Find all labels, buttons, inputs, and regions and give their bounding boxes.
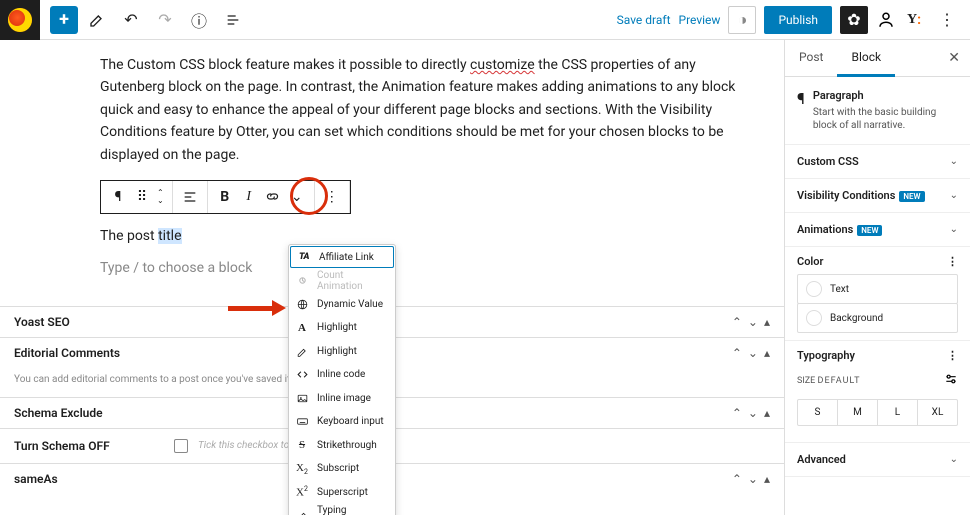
format-strikethrough[interactable]: S Strikethrough bbox=[289, 434, 395, 458]
outline-icon[interactable] bbox=[218, 5, 248, 35]
type-icon bbox=[295, 509, 309, 515]
dropdown-label: Affiliate Link bbox=[319, 252, 374, 263]
kebab-icon[interactable]: ⋮ bbox=[947, 255, 958, 268]
tab-block[interactable]: Block bbox=[837, 40, 895, 77]
dropdown-label: Keyboard input bbox=[317, 416, 384, 427]
size-xl[interactable]: XL bbox=[918, 400, 957, 425]
chevron-down-icon: ⌄ bbox=[950, 454, 958, 465]
dropdown-label: Count Animation bbox=[317, 270, 387, 292]
size-s[interactable]: S bbox=[798, 400, 838, 425]
dropdown-label: Typing Animation bbox=[317, 505, 387, 515]
globe-icon bbox=[295, 297, 309, 311]
collapse-close-icon[interactable]: ▴ bbox=[764, 315, 770, 329]
save-draft-button[interactable]: Save draft bbox=[617, 13, 671, 27]
view-icon[interactable]: ◑ bbox=[728, 6, 756, 34]
new-block-placeholder[interactable]: Type / to choose a block bbox=[100, 260, 760, 276]
dropdown-label: Highlight bbox=[317, 346, 357, 357]
drag-icon: ⠿ bbox=[133, 188, 151, 206]
settings-icon[interactable]: ✿ bbox=[840, 6, 868, 34]
pilcrow-icon: ¶ bbox=[109, 188, 127, 206]
size-l[interactable]: L bbox=[878, 400, 918, 425]
size-settings-icon[interactable] bbox=[944, 372, 958, 389]
a-icon: A bbox=[295, 321, 309, 335]
redo-icon[interactable]: ↷ bbox=[150, 5, 180, 35]
kbd-icon bbox=[295, 415, 309, 429]
sup-icon: X2 bbox=[295, 485, 309, 499]
schema-off-checkbox[interactable] bbox=[174, 439, 188, 453]
collapse-up-icon[interactable]: ⌃ bbox=[732, 315, 742, 329]
format-controls: B I ⌄ bbox=[208, 181, 315, 213]
publish-button[interactable]: Publish bbox=[764, 6, 832, 34]
format-subscript[interactable]: X2 Subscript bbox=[289, 457, 395, 481]
italic-button[interactable]: I bbox=[240, 188, 258, 206]
kebab-icon[interactable]: ⋮ bbox=[947, 349, 958, 362]
format-highlight[interactable]: A Highlight bbox=[289, 316, 395, 340]
chevron-down-icon: ⌄ bbox=[950, 190, 958, 201]
close-sidebar-icon[interactable]: ✕ bbox=[938, 40, 970, 76]
sub-icon: X2 bbox=[295, 462, 309, 476]
undo-icon[interactable]: ↶ bbox=[116, 5, 146, 35]
format-dynamic-value[interactable]: Dynamic Value bbox=[289, 293, 395, 317]
dropdown-label: Dynamic Value bbox=[317, 299, 383, 310]
format-keyboard-input[interactable]: Keyboard input bbox=[289, 410, 395, 434]
add-block-button[interactable]: + bbox=[50, 6, 78, 34]
collapse-down-icon[interactable]: ⌄ bbox=[748, 315, 758, 329]
more-formats-button[interactable]: ⌄ bbox=[288, 188, 306, 206]
pilcrow-icon: ¶ bbox=[797, 89, 805, 132]
format-dropdown: TA Affiliate Link Count Animation Dynamic V… bbox=[288, 244, 396, 515]
format-typing-animation[interactable]: Typing Animation bbox=[289, 504, 395, 515]
more-icon[interactable]: ⋮ bbox=[932, 5, 962, 35]
format-inline-code[interactable]: Inline code bbox=[289, 363, 395, 387]
tab-post[interactable]: Post bbox=[785, 40, 837, 76]
dropdown-label: Inline code bbox=[317, 369, 365, 380]
dropdown-label: Highlight bbox=[317, 322, 357, 333]
format-superscript[interactable]: X2 Superscript bbox=[289, 481, 395, 505]
size-tabs: SMLXL bbox=[797, 399, 958, 426]
align-button[interactable] bbox=[173, 181, 208, 213]
block-description: Start with the basic building block of a… bbox=[813, 106, 958, 132]
block-toolbar: ¶ ⠿ ⌃⌄ B I ⌄ ⋮ bbox=[100, 180, 351, 214]
chevron-down-icon: ⌄ bbox=[950, 156, 958, 167]
format-highlight[interactable]: Highlight bbox=[289, 340, 395, 364]
mover-icon[interactable]: ⌃⌄ bbox=[157, 189, 164, 205]
paragraph-block[interactable]: The Custom CSS block feature makes it po… bbox=[100, 54, 760, 166]
code-icon bbox=[295, 368, 309, 382]
ta-icon: TA bbox=[297, 250, 311, 264]
dropdown-label: Inline image bbox=[317, 393, 371, 404]
strike-icon: S bbox=[295, 438, 309, 452]
dropdown-label: Strikethrough bbox=[317, 440, 377, 451]
format-inline-image[interactable]: Inline image bbox=[289, 387, 395, 411]
pen-icon bbox=[295, 344, 309, 358]
dropdown-label: Subscript bbox=[317, 463, 359, 474]
color-text[interactable]: Text bbox=[797, 274, 958, 304]
chevron-down-icon: ⌄ bbox=[950, 224, 958, 235]
site-logo[interactable] bbox=[0, 0, 40, 40]
paragraph-type-button[interactable]: ¶ ⠿ ⌃⌄ bbox=[101, 181, 173, 213]
link-button[interactable] bbox=[264, 188, 282, 206]
img-icon bbox=[295, 391, 309, 405]
yoast-icon[interactable]: Y: bbox=[904, 10, 924, 30]
color-background[interactable]: Background bbox=[797, 303, 958, 333]
dropdown-label: Superscript bbox=[317, 487, 368, 498]
preview-button[interactable]: Preview bbox=[679, 13, 721, 27]
panel-custom-css[interactable]: Custom CSS ⌄ bbox=[785, 145, 970, 179]
panel-advanced[interactable]: Advanced ⌄ bbox=[785, 442, 970, 477]
readability-icon[interactable] bbox=[876, 10, 896, 30]
paragraph-block-2[interactable]: The post title bbox=[100, 228, 760, 244]
format-count-animation: Count Animation bbox=[289, 269, 395, 293]
info-icon[interactable]: ⓘ bbox=[184, 5, 214, 35]
count-icon bbox=[295, 274, 309, 288]
edit-icon[interactable] bbox=[82, 5, 112, 35]
panel-visibility-conditions[interactable]: Visibility ConditionsNEW ⌄ bbox=[785, 179, 970, 213]
kebab-icon: ⋮ bbox=[323, 188, 341, 206]
format-affiliate-link[interactable]: TA Affiliate Link bbox=[290, 246, 394, 268]
block-more-button[interactable]: ⋮ bbox=[315, 181, 350, 213]
panel-animations[interactable]: AnimationsNEW ⌄ bbox=[785, 213, 970, 247]
bold-button[interactable]: B bbox=[216, 188, 234, 206]
size-m[interactable]: M bbox=[838, 400, 878, 425]
align-icon bbox=[181, 188, 199, 206]
block-name: Paragraph bbox=[813, 89, 958, 102]
